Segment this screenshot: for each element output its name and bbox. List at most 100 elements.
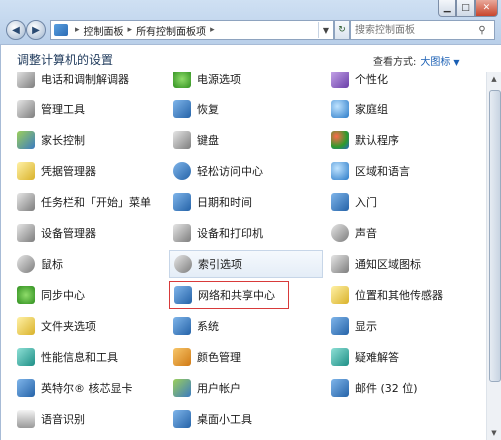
item-user-accounts[interactable]: 用户帐户 xyxy=(173,377,323,399)
chevron-down-icon[interactable]: ▼ xyxy=(453,58,459,67)
minimize-button[interactable]: ▁ xyxy=(438,0,457,17)
network-sharing-icon xyxy=(174,286,192,304)
item-label: 键盘 xyxy=(197,134,219,147)
breadcrumb-all-items[interactable]: 所有控制面板项 xyxy=(136,23,206,38)
item-keyboard[interactable]: 键盘 xyxy=(173,129,323,151)
item-label: 任务栏和「开始」菜单 xyxy=(41,196,151,209)
credential-manager-icon xyxy=(17,162,35,180)
item-label: 同步中心 xyxy=(41,289,85,302)
item-power-options[interactable]: 电源选项 xyxy=(173,72,323,90)
breadcrumb-separator-icon: ▸ xyxy=(210,25,215,35)
item-network-sharing-center[interactable]: 网络和共享中心 xyxy=(169,281,289,309)
window-controls: ▁ □ ✕ xyxy=(438,0,498,18)
item-label: 英特尔® 核芯显卡 xyxy=(41,382,133,395)
item-display[interactable]: 显示 xyxy=(331,315,481,337)
item-label: 个性化 xyxy=(355,73,388,86)
item-mouse[interactable]: 鼠标 xyxy=(17,253,167,275)
view-by: 查看方式: 大图标 ▼ xyxy=(373,53,460,68)
item-indexing-options[interactable]: 索引选项 xyxy=(169,250,323,278)
item-admin-tools[interactable]: 管理工具 xyxy=(17,98,167,120)
item-date-time[interactable]: 日期和时间 xyxy=(173,191,323,213)
item-getting-started[interactable]: 入门 xyxy=(331,191,481,213)
item-default-programs[interactable]: 默认程序 xyxy=(331,129,481,151)
item-speech-recognition[interactable]: 语音识别 xyxy=(17,408,167,430)
item-personalization[interactable]: 个性化 xyxy=(331,72,481,90)
forward-arrow-icon: ▶ xyxy=(32,24,40,36)
item-label: 日期和时间 xyxy=(197,196,252,209)
device-manager-icon xyxy=(17,224,35,242)
maximize-button[interactable]: □ xyxy=(456,0,475,17)
item-label: 位置和其他传感器 xyxy=(355,289,443,302)
item-recovery[interactable]: 恢复 xyxy=(173,98,323,120)
search-box[interactable]: ⚲ xyxy=(350,20,495,40)
homegroup-icon xyxy=(331,100,349,118)
item-region-language[interactable]: 区域和语言 xyxy=(331,160,481,182)
intel-graphics-icon xyxy=(17,379,35,397)
item-sync-center[interactable]: 同步中心 xyxy=(17,284,167,306)
item-label: 通知区域图标 xyxy=(355,258,421,271)
getting-started-icon xyxy=(331,193,349,211)
item-sound[interactable]: 声音 xyxy=(331,222,481,244)
item-label: 电源选项 xyxy=(197,73,241,86)
item-label: 入门 xyxy=(355,196,377,209)
item-location-sensors[interactable]: 位置和其他传感器 xyxy=(331,284,481,306)
back-button[interactable]: ◀ xyxy=(6,20,26,40)
control-panel-icon xyxy=(54,24,68,36)
date-time-icon xyxy=(173,193,191,211)
item-label: 索引选项 xyxy=(198,258,242,271)
item-intel-graphics[interactable]: 英特尔® 核芯显卡 xyxy=(17,377,167,399)
item-desktop-gadgets[interactable]: 桌面小工具 xyxy=(173,408,323,430)
refresh-button[interactable]: ↻ xyxy=(334,20,350,40)
item-label: 家长控制 xyxy=(41,134,85,147)
view-by-label: 查看方式: xyxy=(373,57,417,68)
personalization-icon xyxy=(331,72,349,88)
address-bar[interactable]: ▸ 控制面板 ▸ 所有控制面板项 ▸ ▼ xyxy=(50,20,334,40)
item-notification-area[interactable]: 通知区域图标 xyxy=(331,253,481,275)
item-label: 网络和共享中心 xyxy=(198,289,275,302)
view-by-dropdown[interactable]: 大图标 xyxy=(420,57,450,68)
item-performance[interactable]: 性能信息和工具 xyxy=(17,346,167,368)
item-device-manager[interactable]: 设备管理器 xyxy=(17,222,167,244)
mouse-icon xyxy=(17,255,35,273)
address-dropdown-button[interactable]: ▼ xyxy=(318,22,333,38)
item-parental-controls[interactable]: 家长控制 xyxy=(17,129,167,151)
item-label: 轻松访问中心 xyxy=(197,165,263,178)
item-folder-options[interactable]: 文件夹选项 xyxy=(17,315,167,337)
ease-of-access-icon xyxy=(173,162,191,180)
item-credential-manager[interactable]: 凭据管理器 xyxy=(17,160,167,182)
item-devices-printers[interactable]: 设备和打印机 xyxy=(173,222,323,244)
display-icon xyxy=(331,317,349,335)
forward-button[interactable]: ▶ xyxy=(26,20,46,40)
modem-icon xyxy=(17,72,35,88)
item-label: 鼠标 xyxy=(41,258,63,271)
color-management-icon xyxy=(173,348,191,366)
breadcrumb-control-panel[interactable]: 控制面板 xyxy=(84,23,124,38)
item-label: 系统 xyxy=(197,320,219,333)
item-label: 声音 xyxy=(355,227,377,240)
search-icon[interactable]: ⚲ xyxy=(475,25,489,36)
close-button[interactable]: ✕ xyxy=(474,0,498,17)
vertical-scrollbar[interactable]: ▲ ▼ xyxy=(486,72,501,440)
scrollbar-thumb[interactable] xyxy=(489,90,501,382)
item-phone-modem[interactable]: 电话和调制解调器 xyxy=(17,72,167,90)
item-color-management[interactable]: 颜色管理 xyxy=(173,346,323,368)
item-taskbar-start[interactable]: 任务栏和「开始」菜单 xyxy=(17,191,167,213)
item-system[interactable]: 系统 xyxy=(173,315,323,337)
page-title: 调整计算机的设置 xyxy=(17,53,114,67)
scroll-up-icon[interactable]: ▲ xyxy=(487,72,501,86)
item-ease-of-access[interactable]: 轻松访问中心 xyxy=(173,160,323,182)
item-mail[interactable]: 邮件 (32 位) xyxy=(331,377,481,399)
keyboard-icon xyxy=(173,131,191,149)
item-troubleshooting[interactable]: 疑难解答 xyxy=(331,346,481,368)
folder-options-icon xyxy=(17,317,35,335)
desktop-gadgets-icon xyxy=(173,410,191,428)
scroll-down-icon[interactable]: ▼ xyxy=(487,426,501,440)
notification-area-icon xyxy=(331,255,349,273)
item-homegroup[interactable]: 家庭组 xyxy=(331,98,481,120)
taskbar-icon xyxy=(17,193,35,211)
back-arrow-icon: ◀ xyxy=(12,24,20,36)
recovery-icon xyxy=(173,100,191,118)
search-input[interactable] xyxy=(351,23,475,37)
item-label: 恢复 xyxy=(197,103,219,116)
performance-icon xyxy=(17,348,35,366)
